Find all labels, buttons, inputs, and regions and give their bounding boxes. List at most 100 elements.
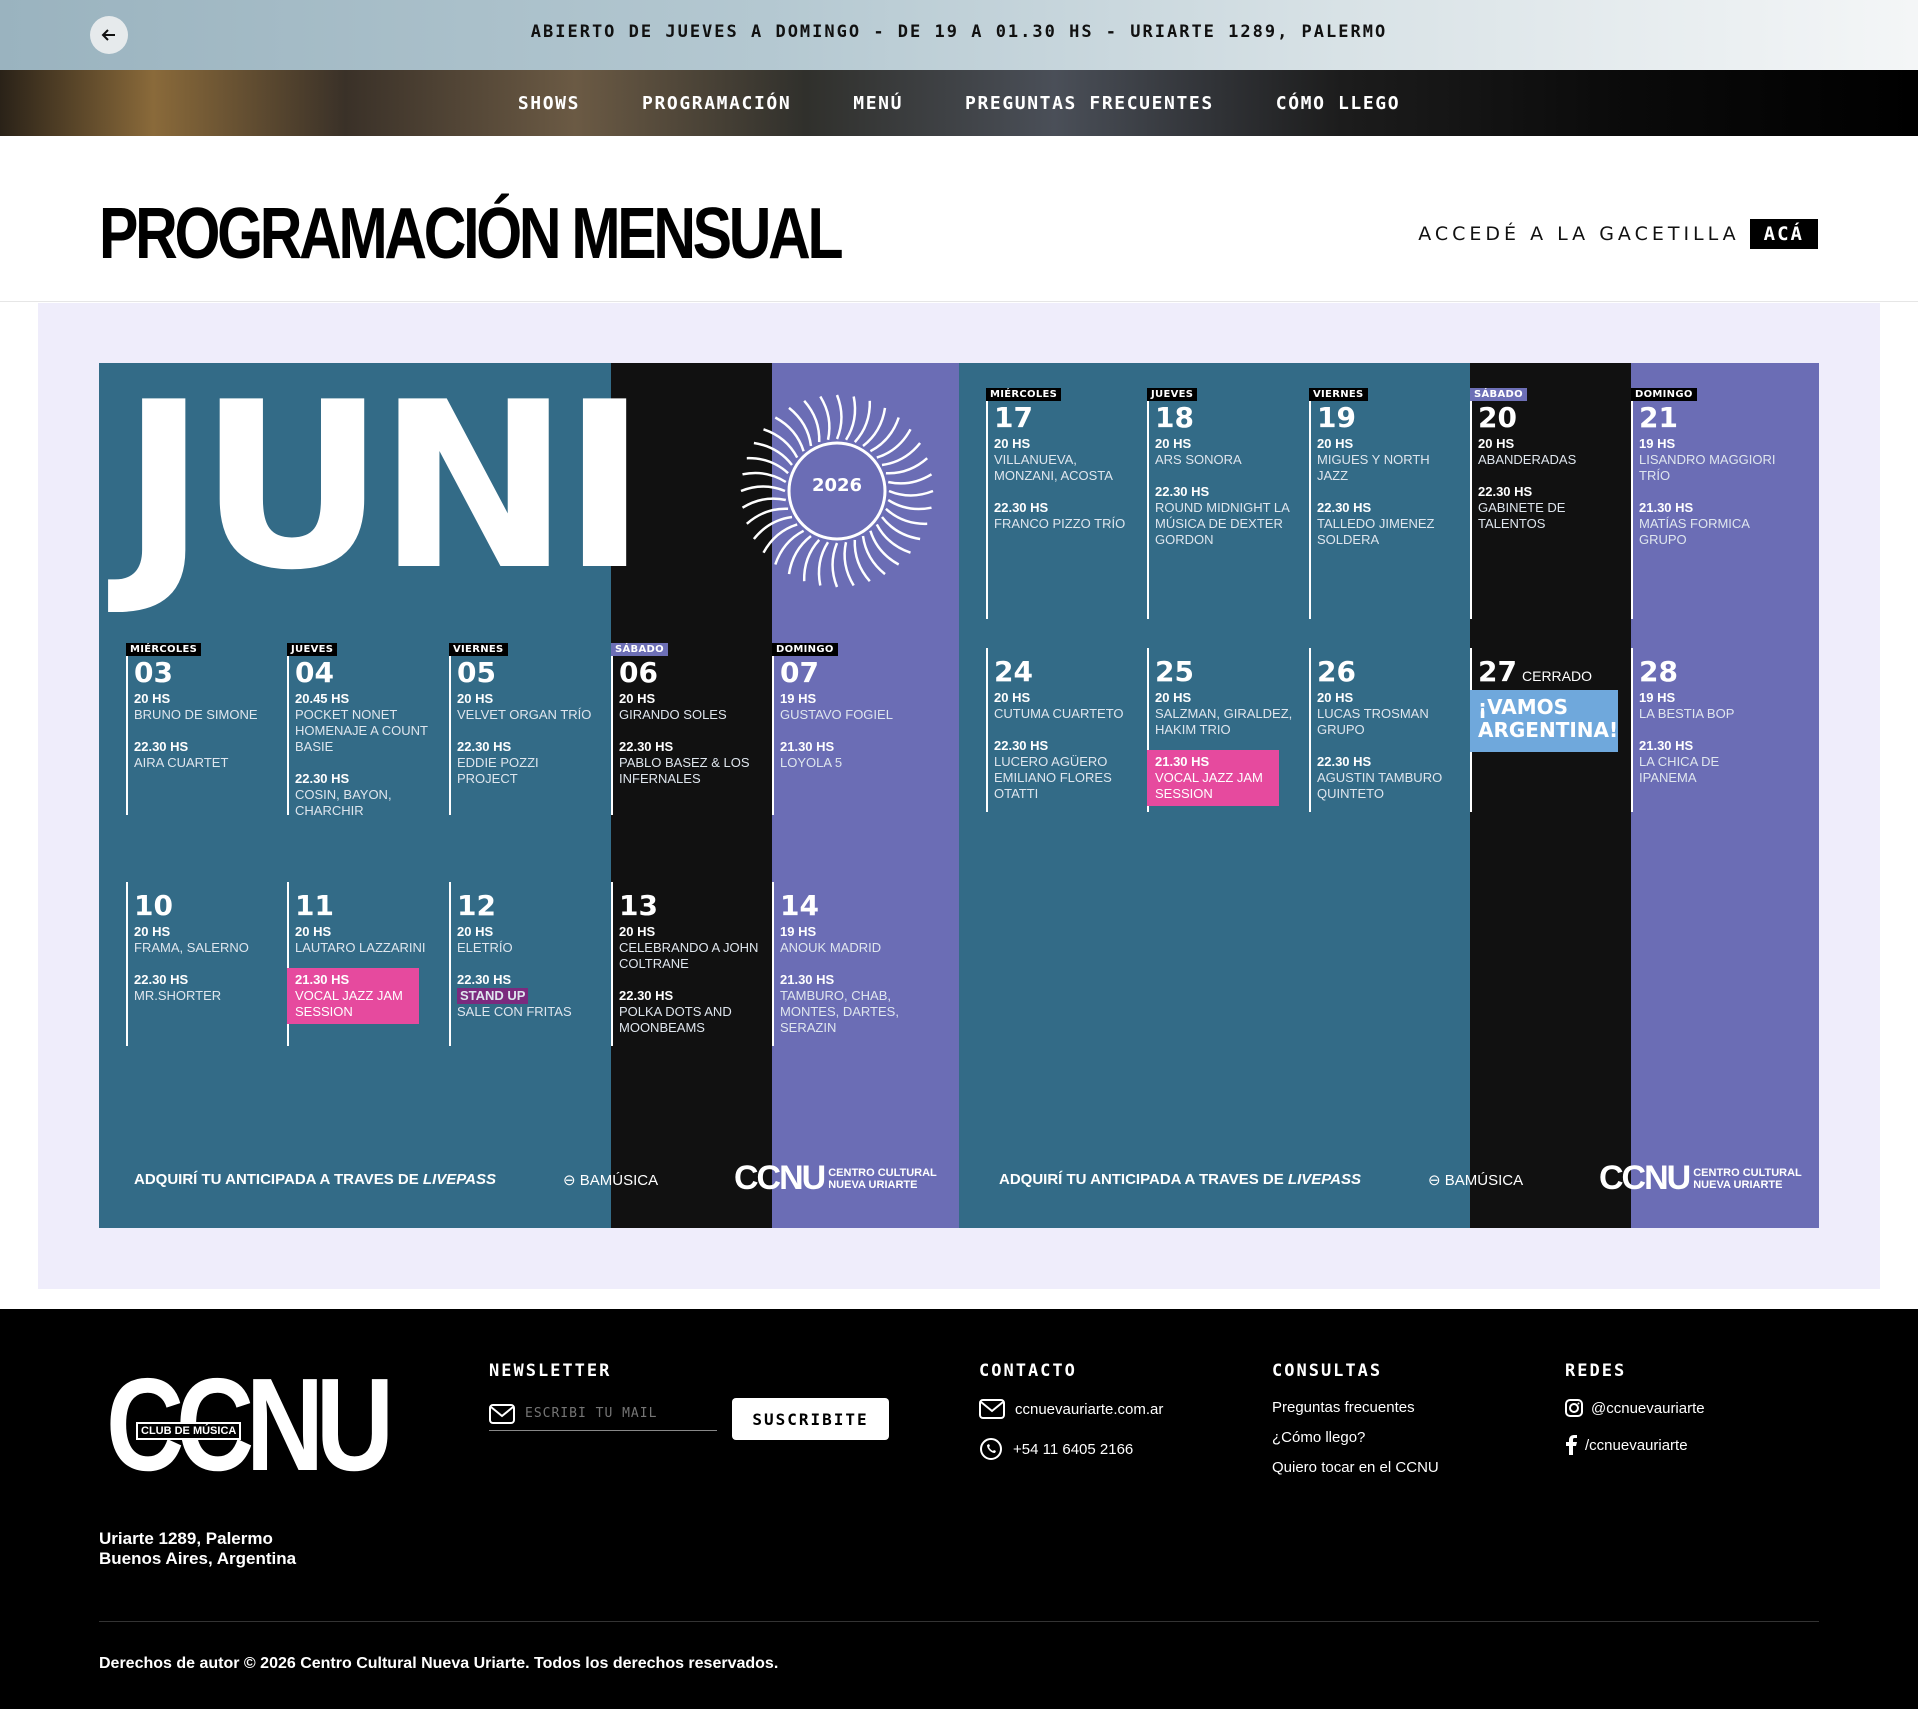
ticket-text-left: ADQUIRÍ TU ANTICIPADA A TRAVES DE LIVEPA… (134, 1171, 496, 1188)
mail-icon (979, 1399, 1005, 1419)
nav-shows[interactable]: SHOWS (518, 93, 580, 114)
day-number: 26 (1317, 655, 1356, 688)
event: 20 HS VILLANUEVA, MONZANI, ACOSTA (994, 436, 1134, 484)
program-poster: JUNI 2026 MIÉRCOLES 03 20 HS BRUNO DE SIMON… (99, 363, 1819, 1228)
event-time: 22.30 HS (994, 738, 1049, 753)
day-divider (611, 649, 613, 815)
weekday-badge: JUEVES (1147, 388, 1198, 401)
ticket-text: ADQUIRÍ TU ANTICIPADA A TRAVES DE (134, 1171, 419, 1188)
livepass-logo[interactable]: LIVEPASS (423, 1171, 496, 1188)
newsletter-field[interactable] (489, 1397, 717, 1431)
vamos-argentina-banner: ¡VAMOS ARGENTINA! (1470, 690, 1618, 752)
closed-label: CERRADO (1522, 668, 1593, 684)
event: 22.30 HS LUCERO AGÜERO EMILIANO FLORES OT… (994, 738, 1134, 802)
event: 22.30 HS STAND UP SALE CON FRITAS (457, 972, 597, 1020)
contact-heading: CONTACTO (979, 1361, 1077, 1381)
day-number: 20 (1478, 401, 1517, 434)
contact-email[interactable]: ccnuevauriarte.com.ar (979, 1399, 1163, 1419)
event-time: 21.30 HS (780, 972, 835, 987)
day-divider (1470, 394, 1472, 619)
day-events: 19 HS GUSTAVO FOGIEL 21.30 HS LOYOLA 5 (780, 691, 920, 771)
instagram-handle: @ccnuevauriarte (1591, 1399, 1705, 1417)
facebook-link[interactable]: /ccnuevauriarte (1565, 1435, 1688, 1455)
event: 20 HS MIGUES Y NORTH JAZZ (1317, 436, 1457, 484)
subscribe-button[interactable]: SUSCRIBITE (732, 1398, 889, 1440)
day-events: 20 HS ELETRÍO 22.30 HS STAND UP SALE CON FRI… (457, 924, 597, 1020)
event-name: CUTUMA CUARTETO (994, 706, 1124, 721)
consultas-heading: CONSULTAS (1272, 1361, 1383, 1381)
event-name: AGUSTIN TAMBURO QUINTETO (1317, 770, 1443, 801)
event: 20 HS ELETRÍO (457, 924, 597, 956)
event: 20 HS VELVET ORGAN TRÍO (457, 691, 597, 723)
event-name: POCKET NONET HOMENAJE A COUNT BASIE (295, 707, 428, 754)
day-number: 03 (134, 656, 173, 689)
event-name: LUCERO AGÜERO EMILIANO FLORES OTATTI (994, 754, 1112, 801)
event-time: 20 HS (1317, 690, 1354, 705)
day-divider (449, 882, 451, 1046)
sponsor-left: ⊖ BAMÚSICA (563, 1171, 658, 1189)
livepass-logo[interactable]: LIVEPASS (1288, 1171, 1361, 1188)
event-time: 21.30 HS (1639, 500, 1694, 515)
event: 19 HS GUSTAVO FOGIEL (780, 691, 920, 723)
event-name: CELEBRANDO A JOHN COLTRANE (619, 940, 759, 971)
event-name: ABANDERADAS (1478, 452, 1577, 467)
newsletter-heading: NEWSLETTER (489, 1361, 612, 1381)
day-divider (986, 394, 988, 619)
contact-phone[interactable]: +54 11 6405 2166 (979, 1437, 1133, 1461)
day-divider (986, 648, 988, 812)
day-events: 19 HS LA BESTIA BOP 21.30 HS LA CHICA DE IP… (1639, 690, 1779, 786)
event: 22.30 HS TALLEDO JIMENEZ SOLDERA (1317, 500, 1457, 548)
event-name: ROUND MIDNIGHT LA MÚSICA DE DEXTER GORDO… (1155, 500, 1290, 547)
month-title: JUNI (121, 363, 647, 621)
nav-faq[interactable]: PREGUNTAS FRECUENTES (965, 93, 1214, 114)
day-divider (1631, 648, 1633, 812)
main-nav: SHOWS PROGRAMACIÓN MENÚ PREGUNTAS FRECUE… (0, 70, 1918, 136)
event-name: AIRA CUARTET (134, 755, 229, 770)
opening-hours-text: ABIERTO DE JUEVES A DOMINGO - DE 19 A 01… (530, 22, 1388, 42)
weekday-badge: SÁBADO (611, 643, 668, 656)
day-divider (449, 649, 451, 815)
event: 22.30 HS PABLO BASEZ & LOS INFERNALES (619, 739, 759, 787)
facebook-icon (1566, 1435, 1577, 1455)
weekday-badge: VIERNES (1309, 388, 1368, 401)
event-name: FRAMA, SALERNO (134, 940, 249, 955)
event: 21.30 HS LA CHICA DE IPANEMA (1639, 738, 1779, 786)
day-divider (1309, 394, 1311, 619)
contact-email-text: ccnuevauriarte.com.ar (1015, 1400, 1164, 1418)
link-quiero-tocar[interactable]: Quiero tocar en el CCNU (1272, 1459, 1439, 1476)
event-time: 22.30 HS (134, 972, 189, 987)
day-number: 04 (295, 656, 334, 689)
day-number: 19 (1317, 401, 1356, 434)
event: 22.30 HS COSIN, BAYON, CHARCHIR (295, 771, 435, 819)
event-time: 21.30 HS (1639, 738, 1694, 753)
day-divider (772, 882, 774, 1046)
nav-programacion[interactable]: PROGRAMACIÓN (642, 93, 791, 114)
stand-up-tag: STAND UP (457, 988, 529, 1004)
day-events: 20 HS LAUTARO LAZZARINI 21.30 HS VOCAL JAZZ… (287, 924, 435, 1024)
ticket-text: ADQUIRÍ TU ANTICIPADA A TRAVES DE (999, 1171, 1284, 1188)
instagram-icon (1565, 1399, 1583, 1417)
nav-como-llego[interactable]: CÓMO LLEGO (1276, 93, 1400, 114)
event-time: 22.30 HS (619, 739, 674, 754)
gacetilla-link-group: ACCEDÉ A LA GACETILLA ACÁ (1418, 219, 1818, 249)
event: 19 HS LA BESTIA BOP (1639, 690, 1779, 722)
event-time: 20 HS (457, 691, 494, 706)
event-time: 20 HS (1155, 436, 1192, 451)
day-divider (287, 649, 289, 815)
bamusica-icon: ⊖ (563, 1172, 576, 1189)
logo-sub2: NUEVA URIARTE (828, 1178, 918, 1191)
link-faq[interactable]: Preguntas frecuentes (1272, 1399, 1415, 1416)
event: 20 HS LUCAS TROSMAN GRUPO (1317, 690, 1457, 738)
newsletter-email-input[interactable] (525, 1406, 705, 1421)
event: 19 HS ANOUK MADRID (780, 924, 920, 956)
event: 19 HS LISANDRO MAGGIORI TRÍO (1639, 436, 1779, 484)
nav-menu[interactable]: MENÚ (853, 93, 903, 114)
day-divider (1309, 648, 1311, 812)
day-number: 05 (457, 656, 496, 689)
event-name: ANOUK MADRID (780, 940, 882, 955)
event: 22.30 HS AGUSTIN TAMBURO QUINTETO (1317, 754, 1457, 802)
link-como-llego[interactable]: ¿Cómo llego? (1272, 1429, 1365, 1446)
event-time: 20.45 HS (295, 691, 350, 706)
gacetilla-button[interactable]: ACÁ (1749, 219, 1818, 249)
instagram-link[interactable]: @ccnuevauriarte (1565, 1399, 1705, 1417)
